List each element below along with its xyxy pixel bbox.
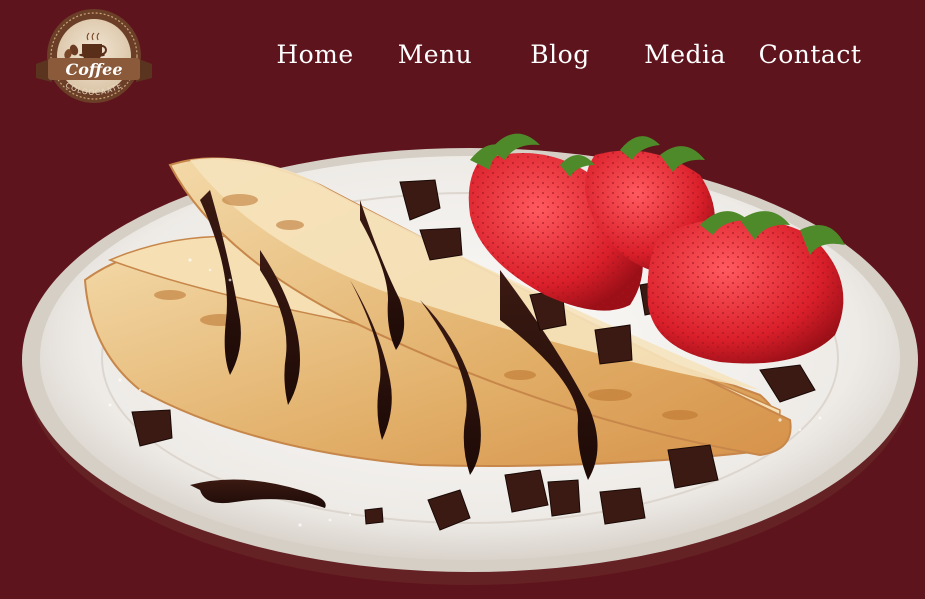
main-nav: Home Menu Blog Media Contact [255, 36, 875, 74]
nav-contact[interactable]: Contact [745, 36, 875, 74]
nav-menu[interactable]: Menu [375, 36, 495, 74]
hero-food-image [22, 133, 918, 585]
nav-blog[interactable]: Blog [495, 36, 625, 74]
logo-word: Coffee [66, 60, 123, 79]
page: Coffee COLOOCAATE Home Menu Blog Media C… [0, 0, 925, 599]
nav-home[interactable]: Home [255, 36, 375, 74]
nav-media[interactable]: Media [625, 36, 745, 74]
coffee-logo[interactable]: Coffee COLOOCAATE [30, 6, 158, 110]
